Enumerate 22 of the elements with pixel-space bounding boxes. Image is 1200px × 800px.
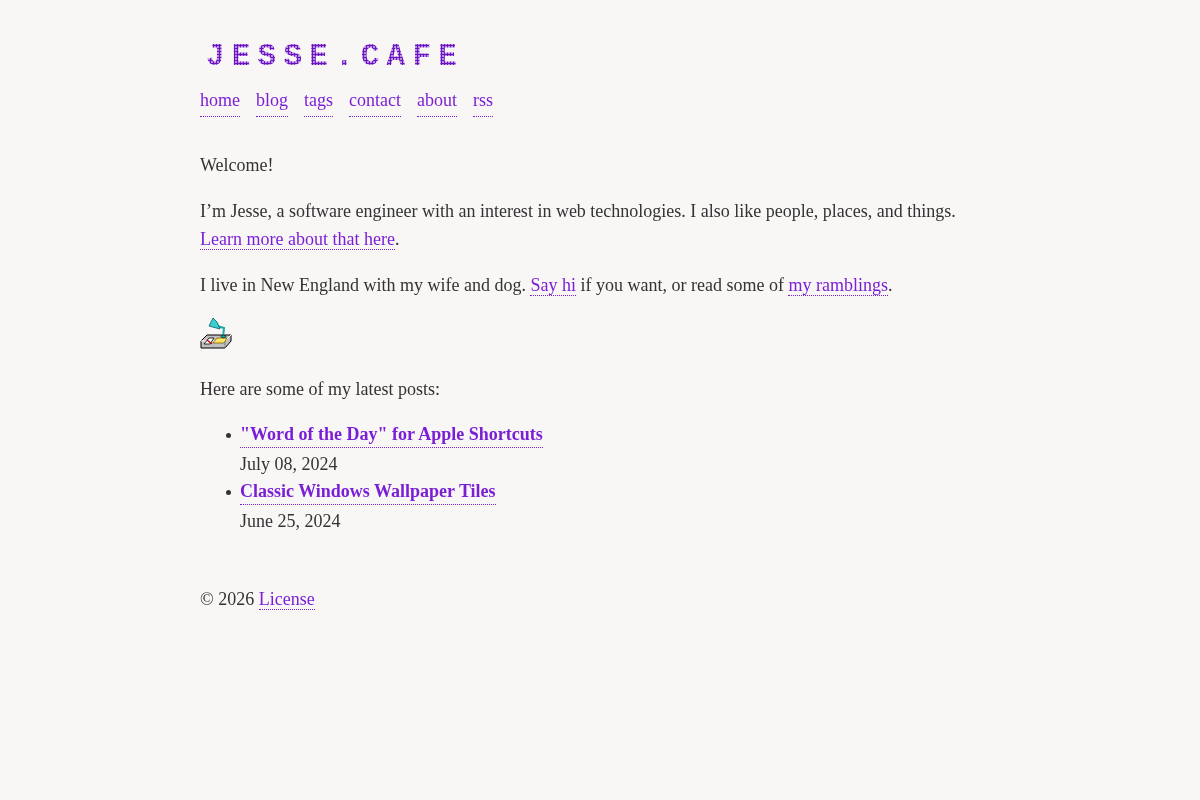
nav-link[interactable]: rss [473,86,493,117]
nav-link[interactable]: about [417,86,457,117]
post-date: July 08, 2024 [240,453,338,476]
bullet-icon [226,433,231,438]
inline-link[interactable]: Learn more about that here [200,229,395,250]
section-heading: Here are some of my latest posts: [200,378,441,401]
license-link[interactable]: License [258,589,315,610]
bullet-icon [226,490,231,495]
footer-text: © 2026 License [200,588,316,612]
post-link[interactable]: "Word of the Day" for Apple Shortcuts [240,421,543,448]
nav-link[interactable]: blog [256,86,288,117]
paragraph-text: I live in New England with my wife and dog. Say hi if you want, or read some of my ramblings. [200,274,894,298]
nav-link[interactable]: home [200,86,240,117]
inline-link[interactable]: my ramblings [788,275,888,296]
paragraph-text: Welcome! [200,154,275,177]
paragraph-text: I’m Jesse, a software engineer with an interest in web technologies. I also like people, places, and things. Learn more about that here. [200,200,957,252]
post-date: June 25, 2024 [240,510,341,533]
nav-link[interactable]: tags [304,86,333,117]
nav-link[interactable]: contact [349,86,401,117]
desk-lamp-icon [200,317,232,349]
inline-link[interactable]: Say hi [530,275,576,296]
post-link[interactable]: Classic Windows Wallpaper Tiles [240,478,496,505]
